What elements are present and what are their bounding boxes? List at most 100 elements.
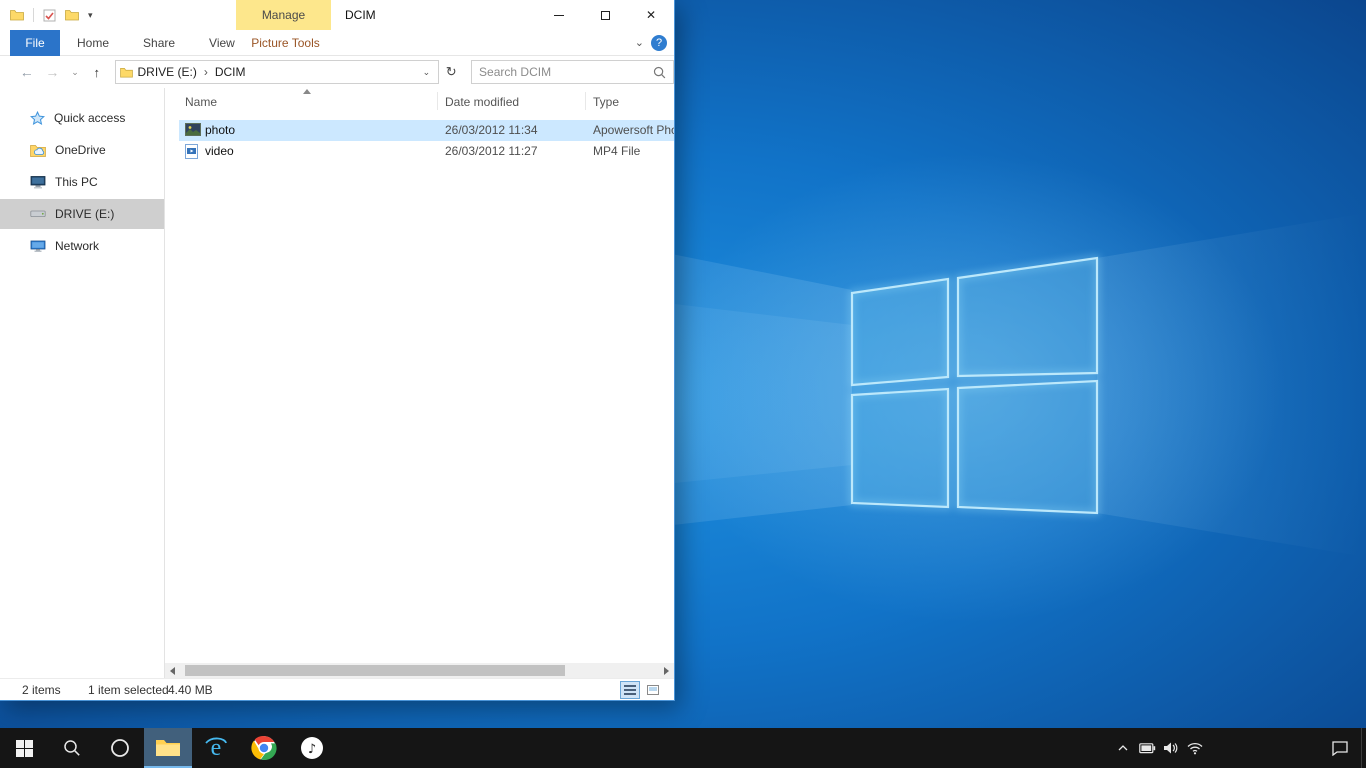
help-button[interactable]: ? bbox=[651, 35, 667, 51]
horizontal-scrollbar[interactable] bbox=[165, 663, 674, 678]
minimize-icon bbox=[554, 15, 564, 16]
desktop: ▾ Manage DCIM ✕ File Home Share View Pic… bbox=[0, 0, 1366, 768]
sidebar-item-network[interactable]: Network bbox=[0, 231, 164, 261]
tab-home[interactable]: Home bbox=[60, 30, 126, 56]
up-button[interactable]: ↑ bbox=[85, 65, 109, 80]
address-dropdown-chevron-icon[interactable]: ⌄ bbox=[418, 67, 434, 78]
sidebar-item-label: This PC bbox=[55, 175, 98, 189]
action-center-icon bbox=[1331, 740, 1349, 756]
recent-locations-chevron-icon[interactable]: ⌄ bbox=[65, 67, 85, 78]
file-name: photo bbox=[205, 120, 235, 141]
ribbon-tabs: File Home Share View Picture Tools ⌄ ? bbox=[0, 30, 674, 56]
cortana-icon bbox=[110, 738, 130, 758]
network-button[interactable] bbox=[1183, 728, 1207, 768]
search-icon[interactable] bbox=[653, 66, 666, 79]
file-type: Apowersoft Pho bbox=[593, 120, 674, 141]
manage-context-header[interactable]: Manage bbox=[236, 0, 331, 30]
maximize-button[interactable] bbox=[582, 0, 628, 30]
taskbar-file-explorer-button[interactable] bbox=[144, 728, 192, 768]
properties-icon[interactable] bbox=[43, 9, 56, 22]
details-view-icon bbox=[624, 685, 636, 695]
address-bar[interactable]: DRIVE (E:) › DCIM ⌄ bbox=[115, 60, 440, 84]
show-desktop-button[interactable] bbox=[1361, 728, 1366, 768]
drive-icon bbox=[30, 210, 46, 218]
taskbar-search-button[interactable] bbox=[48, 728, 96, 768]
column-header-type[interactable]: Type bbox=[593, 95, 619, 109]
battery-icon bbox=[1139, 743, 1156, 754]
sidebar-item-quick-access[interactable]: Quick access bbox=[0, 103, 164, 133]
taskbar-itunes-button[interactable]: ♪ bbox=[288, 728, 336, 768]
customize-qat-chevron-icon[interactable]: ▾ bbox=[88, 10, 93, 21]
refresh-button[interactable]: ↻ bbox=[439, 64, 463, 80]
navigation-pane: Quick access OneDrive This PC DRIVE (E:)… bbox=[0, 88, 165, 678]
scrollbar-thumb[interactable] bbox=[185, 665, 565, 676]
status-bar: 2 items 1 item selected 4.40 MB bbox=[0, 678, 674, 700]
file-explorer-window: ▾ Manage DCIM ✕ File Home Share View Pic… bbox=[0, 0, 675, 701]
internet-explorer-icon: e bbox=[203, 735, 229, 761]
scroll-right-button[interactable] bbox=[659, 663, 674, 678]
quick-access-toolbar: ▾ bbox=[10, 0, 93, 30]
show-hidden-icons-button[interactable] bbox=[1111, 728, 1135, 768]
onedrive-icon bbox=[30, 144, 46, 157]
taskbar-chrome-button[interactable] bbox=[240, 728, 288, 768]
file-row-photo[interactable]: photo 26/03/2012 11:34 Apowersoft Pho bbox=[179, 120, 674, 141]
scroll-left-button[interactable] bbox=[165, 663, 180, 678]
star-icon bbox=[30, 111, 45, 126]
breadcrumb-drive[interactable]: DRIVE (E:) bbox=[133, 65, 202, 79]
large-icons-view-button[interactable] bbox=[643, 681, 663, 699]
breadcrumb-separator-icon: › bbox=[202, 65, 210, 79]
details-view-button[interactable] bbox=[620, 681, 640, 699]
tab-share[interactable]: Share bbox=[126, 30, 192, 56]
search-box bbox=[471, 60, 674, 84]
breadcrumb-dcim[interactable]: DCIM bbox=[210, 65, 251, 79]
selection-count: 1 item selected bbox=[88, 683, 169, 697]
file-row-video[interactable]: video 26/03/2012 11:27 MP4 File bbox=[179, 141, 674, 162]
file-date-modified: 26/03/2012 11:27 bbox=[445, 141, 538, 162]
forward-button[interactable]: → bbox=[40, 64, 66, 80]
ribbon-expand-chevron-icon[interactable]: ⌄ bbox=[635, 36, 644, 49]
column-header-name[interactable]: Name bbox=[185, 95, 217, 109]
close-button[interactable]: ✕ bbox=[628, 0, 674, 30]
sidebar-item-label: DRIVE (E:) bbox=[55, 207, 114, 221]
action-center-button[interactable] bbox=[1319, 728, 1361, 768]
sidebar-item-drive-e[interactable]: DRIVE (E:) bbox=[0, 199, 164, 229]
taskbar: e ♪ bbox=[0, 728, 1366, 768]
folder-icon bbox=[120, 67, 133, 78]
tab-file[interactable]: File bbox=[10, 30, 60, 56]
battery-button[interactable] bbox=[1135, 728, 1159, 768]
volume-button[interactable] bbox=[1159, 728, 1183, 768]
file-type: MP4 File bbox=[593, 141, 640, 162]
cortana-button[interactable] bbox=[96, 728, 144, 768]
column-divider bbox=[437, 92, 438, 110]
taskbar-internet-explorer-button[interactable]: e bbox=[192, 728, 240, 768]
network-icon bbox=[30, 240, 46, 253]
minimize-button[interactable] bbox=[536, 0, 582, 30]
sidebar-item-label: Quick access bbox=[54, 111, 125, 125]
new-folder-icon[interactable] bbox=[65, 9, 79, 21]
item-count: 2 items bbox=[22, 683, 61, 697]
start-button[interactable] bbox=[0, 728, 48, 768]
tab-picture-tools[interactable]: Picture Tools bbox=[238, 30, 333, 56]
scrollbar-track[interactable] bbox=[180, 663, 659, 678]
sidebar-item-onedrive[interactable]: OneDrive bbox=[0, 135, 164, 165]
close-icon: ✕ bbox=[646, 8, 656, 22]
tray-spacer bbox=[1207, 728, 1319, 768]
back-button[interactable]: ← bbox=[14, 64, 40, 80]
window-title: DCIM bbox=[345, 0, 376, 30]
large-icons-view-icon bbox=[647, 685, 659, 695]
sidebar-item-this-pc[interactable]: This PC bbox=[0, 167, 164, 197]
maximize-icon bbox=[601, 11, 610, 20]
column-header-date-modified[interactable]: Date modified bbox=[445, 95, 519, 109]
music-note: ♪ bbox=[308, 742, 316, 757]
chevron-up-icon bbox=[1117, 744, 1129, 752]
wifi-icon bbox=[1187, 742, 1203, 755]
qat-separator bbox=[33, 8, 34, 22]
explorer-window-icon[interactable] bbox=[10, 9, 24, 21]
window-body: Quick access OneDrive This PC DRIVE (E:)… bbox=[0, 88, 674, 678]
search-icon bbox=[63, 739, 81, 757]
file-date-modified: 26/03/2012 11:34 bbox=[445, 120, 538, 141]
title-bar: ▾ Manage DCIM ✕ bbox=[0, 0, 674, 30]
itunes-icon: ♪ bbox=[299, 735, 325, 761]
search-input[interactable] bbox=[479, 65, 653, 79]
video-file-icon bbox=[185, 144, 198, 162]
